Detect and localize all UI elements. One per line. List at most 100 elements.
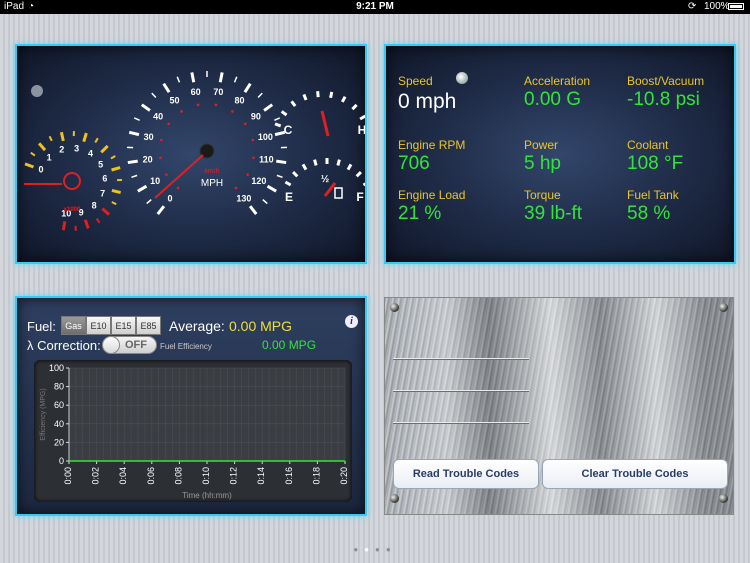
kmh-label: km/h: [204, 168, 219, 175]
speed-tick: [127, 159, 138, 165]
toggle-knob: [102, 336, 120, 354]
temp-needle: [320, 110, 330, 137]
fuel-type-selector[interactable]: Gas E10 E15 E85: [61, 316, 161, 335]
page-dot[interactable]: ●: [353, 545, 364, 554]
status-bar: iPad ◔ 9:21 PM ⟳ 100%: [0, 0, 750, 14]
x-tick-label: 0:10: [201, 467, 211, 485]
tach-tick: [111, 166, 121, 172]
speedometer: 0 10 20 30 40 50 60 70 80 90 100 110 120130 km/h MPH: [127, 71, 287, 215]
fuel-tick: [313, 159, 318, 166]
rivet-icon: [390, 494, 399, 503]
speed-tick: [156, 205, 166, 215]
x-axis-label: Time (hh:mm): [182, 491, 232, 500]
indicator-light-icon: [31, 85, 43, 97]
page-dot[interactable]: ●: [375, 545, 386, 554]
speed-tick: [263, 103, 274, 112]
tach-tick: [37, 142, 47, 152]
speed-tick: [133, 117, 140, 122]
efficiency-chart-svg: 0 20 40 60 80 100 0:00 0:02 0:04 0:06 0:08 0:10 0:12…: [40, 363, 349, 500]
speed-tick: [262, 199, 268, 205]
tach-tick: [100, 144, 109, 154]
readouts-panel[interactable]: Speed 0 mph Acceleration 0.00 G Boost/Vacuum…: [384, 44, 736, 264]
y-tick-label: 100: [49, 363, 64, 373]
readout-value: 39 lb-ft: [524, 203, 583, 224]
fuel-option-e85[interactable]: E85: [136, 316, 161, 335]
tach-tick: [61, 221, 67, 231]
page-dot[interactable]: ●: [386, 545, 397, 554]
sensor-light-icon: [456, 72, 468, 84]
fuel-option-e10[interactable]: E10: [86, 316, 111, 335]
temp-tick: [351, 103, 358, 111]
clock: 9:21 PM: [356, 1, 394, 12]
fuel-option-e15[interactable]: E15: [111, 316, 136, 335]
speed-tick: [257, 92, 263, 99]
battery-percent: 100%: [704, 1, 730, 12]
tach-label: 1: [47, 152, 52, 162]
kmh-dot: [244, 122, 247, 126]
rivet-icon: [719, 303, 728, 312]
kmh-dot: [246, 173, 249, 176]
speed-tick: [274, 117, 281, 122]
toggle-state: OFF: [125, 339, 147, 351]
temperature-gauge: CH: [274, 91, 365, 137]
y-tick-label: 0: [59, 456, 64, 466]
y-axis-label: Efficiency (MPG): [40, 388, 47, 440]
readout-value: 5 hp: [524, 153, 561, 174]
fuel-option-gas[interactable]: Gas: [61, 316, 86, 335]
tach-tick: [95, 218, 101, 224]
speed-tick: [248, 205, 258, 215]
clear-trouble-codes-button[interactable]: Clear Trouble Codes: [542, 459, 728, 489]
tach-label: 5: [98, 160, 103, 170]
tach-tick: [82, 132, 88, 143]
tach-multiplier: x1000: [64, 207, 81, 213]
speed-tick: [276, 159, 287, 165]
temp-cold-label: C: [284, 123, 293, 137]
readout-value: 108 °F: [627, 153, 684, 174]
lambda-correction-label: λ Correction:: [27, 338, 101, 353]
speed-tick: [140, 103, 151, 112]
kmh-dot: [160, 138, 163, 142]
speed-label: 80: [234, 96, 244, 106]
fuel-efficiency-panel[interactable]: Fuel: Gas E10 E15 E85 Average: 0.00 MPG …: [15, 296, 367, 516]
kmh-dot: [180, 110, 183, 113]
trouble-codes-panel: Read Trouble Codes Clear Trouble Codes: [384, 297, 734, 515]
kmh-dot: [252, 156, 255, 160]
lambda-toggle[interactable]: OFF: [102, 336, 157, 354]
readout-label: Coolant: [627, 138, 669, 152]
readout-value: -10.8 psi: [627, 89, 700, 110]
kmh-dot: [231, 110, 234, 113]
info-icon[interactable]: i: [345, 315, 358, 328]
x-tick-label: 0:00: [63, 467, 73, 485]
temp-tick: [280, 110, 288, 117]
page-indicator[interactable]: ●●●●: [0, 545, 750, 554]
tachometer: 012 345678910x1000: [24, 130, 123, 231]
tach-label: 7: [100, 188, 105, 198]
read-trouble-codes-button[interactable]: Read Trouble Codes: [393, 459, 539, 489]
temp-tick: [359, 114, 365, 121]
speed-tick: [233, 76, 238, 83]
fuel-gauge: E ½ F: [284, 158, 365, 204]
speed-label: 20: [143, 155, 153, 165]
speed-label: 40: [153, 111, 163, 121]
x-tick-label: 0:20: [339, 467, 349, 485]
x-tick-label: 0:08: [173, 467, 183, 485]
tach-label: 6: [102, 174, 107, 184]
fuel-tick: [336, 159, 341, 166]
speed-label: 90: [251, 111, 261, 121]
speed-tick: [146, 199, 152, 205]
tach-tick: [111, 201, 117, 206]
kmh-dot: [196, 103, 200, 107]
mph-label: MPH: [201, 178, 223, 189]
tach-label: 2: [59, 145, 64, 155]
fuel-tick: [301, 163, 308, 171]
temp-tick: [329, 91, 334, 99]
readout-value: 21 %: [398, 203, 442, 224]
gauge-cluster-panel[interactable]: 0 1 2 3 4 5 6 7 8 9 10 x1000 0 10 20 30 40 50 60 70 80 90 100…: [15, 44, 367, 264]
tach-tick: [59, 131, 65, 142]
y-tick-label: 40: [54, 419, 64, 429]
speed-label: 130: [236, 193, 251, 203]
page-dot-current[interactable]: ●: [364, 545, 375, 554]
speed-tick: [162, 82, 171, 93]
readout-value: 0 mph: [398, 90, 457, 113]
speed-label: 110: [259, 155, 274, 165]
